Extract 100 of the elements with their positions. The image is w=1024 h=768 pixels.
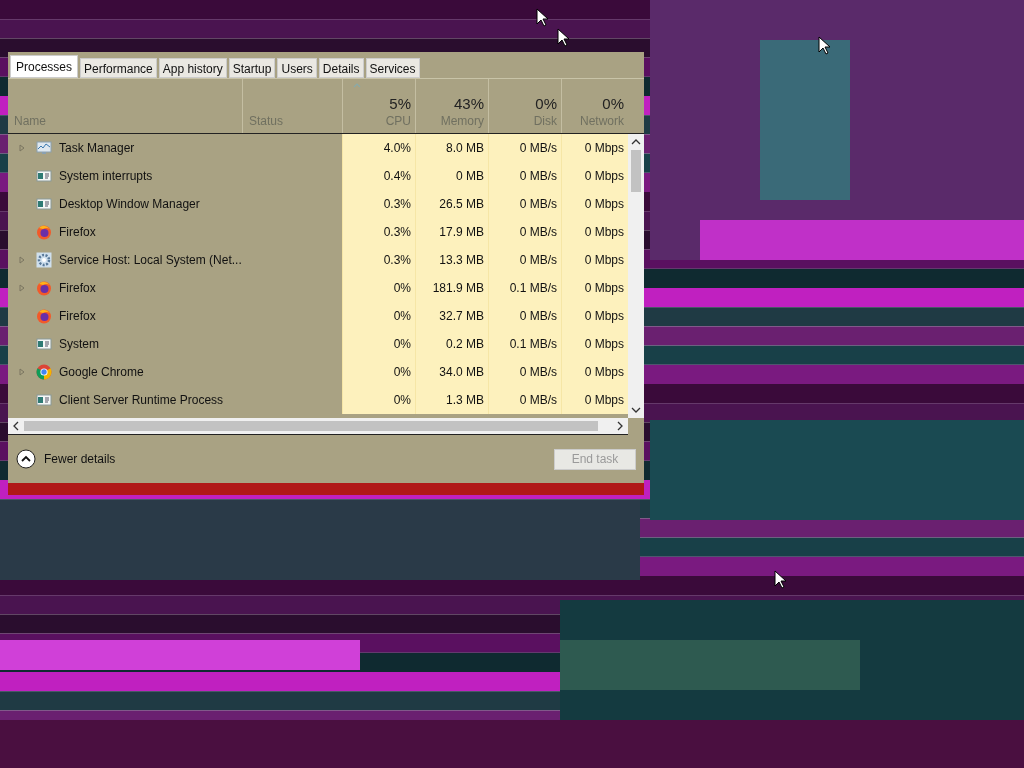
tab[interactable]: Processes <box>10 55 79 78</box>
column-label: Disk <box>533 114 557 128</box>
cpu-cell: 0% <box>342 386 415 414</box>
memory-cell: 181.9 MB <box>415 274 488 302</box>
process-name: Client Server Runtime Process <box>59 393 224 407</box>
network-cell: 0 Mbps <box>561 330 628 358</box>
column-header[interactable]: 0% Disk <box>488 79 561 133</box>
scroll-thumb[interactable] <box>631 150 641 192</box>
cpu-cell: 0.3% <box>342 190 415 218</box>
disk-cell: 0 MB/s <box>488 190 561 218</box>
process-row[interactable]: System interrupts 0.4% 0 MB 0 MB/s 0 Mbps <box>8 162 628 190</box>
pointer-icon <box>774 570 786 589</box>
process-name: Desktop Window Manager <box>59 197 200 211</box>
disk-cell: 0 MB/s <box>488 302 561 330</box>
tab[interactable]: Services <box>365 58 420 78</box>
process-name: Google Chrome <box>59 365 144 379</box>
scroll-thumb[interactable] <box>24 421 598 431</box>
disk-cell: 0 MB/s <box>488 134 561 162</box>
disk-cell: 0 MB/s <box>488 386 561 414</box>
cpu-cell: 0% <box>342 330 415 358</box>
expand-arrow-icon[interactable] <box>19 368 25 376</box>
cpu-cell: 0.3% <box>342 218 415 246</box>
process-row[interactable]: Client Server Runtime Process 0% 1.3 MB 0 MB/s 0 Mbps <box>8 386 628 414</box>
network-cell: 0 Mbps <box>561 246 628 274</box>
expand-arrow-icon[interactable] <box>19 144 25 152</box>
process-name: System <box>59 337 99 351</box>
tab[interactable]: App history <box>158 58 227 78</box>
expand-arrow-icon[interactable] <box>19 256 25 264</box>
memory-cell: 26.5 MB <box>415 190 488 218</box>
network-cell: 0 Mbps <box>561 134 628 162</box>
cpu-cell: 0% <box>342 274 415 302</box>
tab[interactable]: Users <box>277 58 317 78</box>
column-label: CPU <box>385 114 411 128</box>
memory-cell: 34.0 MB <box>415 358 488 386</box>
pointer-icon <box>818 36 830 55</box>
memory-cell: 32.7 MB <box>415 302 488 330</box>
cpu-cell: 0.3% <box>342 246 415 274</box>
column-header[interactable]: 0% Network <box>561 79 628 133</box>
collapse-chevron-icon <box>16 449 36 469</box>
network-cell: 0 Mbps <box>561 218 628 246</box>
scroll-down-icon[interactable] <box>631 407 641 413</box>
process-row[interactable]: Firefox 0.3% 17.9 MB 0 MB/s 0 Mbps <box>8 218 628 246</box>
disk-cell: 0.1 MB/s <box>488 274 561 302</box>
network-cell: 0 Mbps <box>561 162 628 190</box>
usage-percent: 5% <box>389 95 411 112</box>
cpu-cell: 4.0% <box>342 134 415 162</box>
pointer-icon <box>557 28 569 47</box>
process-row[interactable]: Service Host: Local System (Net... 0.3% 13.3 MB 0 MB/s 0 Mbps <box>8 246 628 274</box>
process-name: Task Manager <box>59 141 135 155</box>
process-row[interactable]: Firefox 0% 32.7 MB 0 MB/s 0 Mbps <box>8 302 628 330</box>
process-row[interactable]: Google Chrome 0% 34.0 MB 0 MB/s 0 Mbps <box>8 358 628 386</box>
network-cell: 0 Mbps <box>561 302 628 330</box>
scroll-left-icon[interactable] <box>13 421 19 431</box>
process-name: System interrupts <box>59 169 153 183</box>
memory-cell: 0.2 MB <box>415 330 488 358</box>
network-cell: 0 Mbps <box>561 358 628 386</box>
network-cell: 0 Mbps <box>561 274 628 302</box>
process-name: Firefox <box>59 309 96 323</box>
memory-cell: 0 MB <box>415 162 488 190</box>
process-row[interactable]: Firefox 0% 181.9 MB 0.1 MB/s 0 Mbps <box>8 274 628 302</box>
column-header[interactable]: 5% CPU <box>342 79 415 133</box>
memory-cell: 1.3 MB <box>415 386 488 414</box>
pointer-icon <box>536 8 548 27</box>
tab[interactable]: Performance <box>80 58 157 78</box>
memory-cell: 17.9 MB <box>415 218 488 246</box>
memory-cell: 13.3 MB <box>415 246 488 274</box>
usage-percent: 0% <box>602 95 624 112</box>
cpu-cell: 0.4% <box>342 162 415 190</box>
disk-cell: 0 MB/s <box>488 218 561 246</box>
process-name: Service Host: Local System (Net... <box>59 253 242 267</box>
disk-cell: 0.1 MB/s <box>488 330 561 358</box>
column-label: Status <box>249 114 284 128</box>
expand-arrow-icon[interactable] <box>19 284 25 292</box>
vertical-scrollbar[interactable] <box>628 134 644 418</box>
scroll-right-icon[interactable] <box>617 421 623 431</box>
tab[interactable]: Startup <box>228 58 276 78</box>
cpu-cell: 0% <box>342 358 415 386</box>
column-label: Network <box>580 114 624 128</box>
disk-cell: 0 MB/s <box>488 162 561 190</box>
process-row[interactable]: Task Manager 4.0% 8.0 MB 0 MB/s 0 Mbps <box>8 134 628 162</box>
memory-cell: 8.0 MB <box>415 134 488 162</box>
usage-percent: 0% <box>535 95 557 112</box>
horizontal-scrollbar[interactable] <box>8 418 628 435</box>
disk-cell: 0 MB/s <box>488 246 561 274</box>
column-label: Memory <box>440 114 484 128</box>
process-row[interactable]: System 0% 0.2 MB 0.1 MB/s 0 Mbps <box>8 330 628 358</box>
tab[interactable]: Details <box>318 58 364 78</box>
process-name: Firefox <box>59 225 96 239</box>
disk-cell: 0 MB/s <box>488 358 561 386</box>
cpu-cell: 0% <box>342 302 415 330</box>
network-cell: 0 Mbps <box>561 190 628 218</box>
fewer-details-button[interactable]: Fewer details <box>16 449 116 469</box>
scroll-up-icon[interactable] <box>631 139 641 145</box>
network-cell: 0 Mbps <box>561 386 628 414</box>
process-row[interactable]: Desktop Window Manager 0.3% 26.5 MB 0 MB/s 0 Mbps <box>8 190 628 218</box>
process-name: Firefox <box>59 281 96 295</box>
usage-percent: 43% <box>453 95 484 112</box>
column-header[interactable]: 43% Memory <box>415 79 488 133</box>
column-label: Name <box>14 114 46 128</box>
sort-caret-icon <box>353 83 361 88</box>
